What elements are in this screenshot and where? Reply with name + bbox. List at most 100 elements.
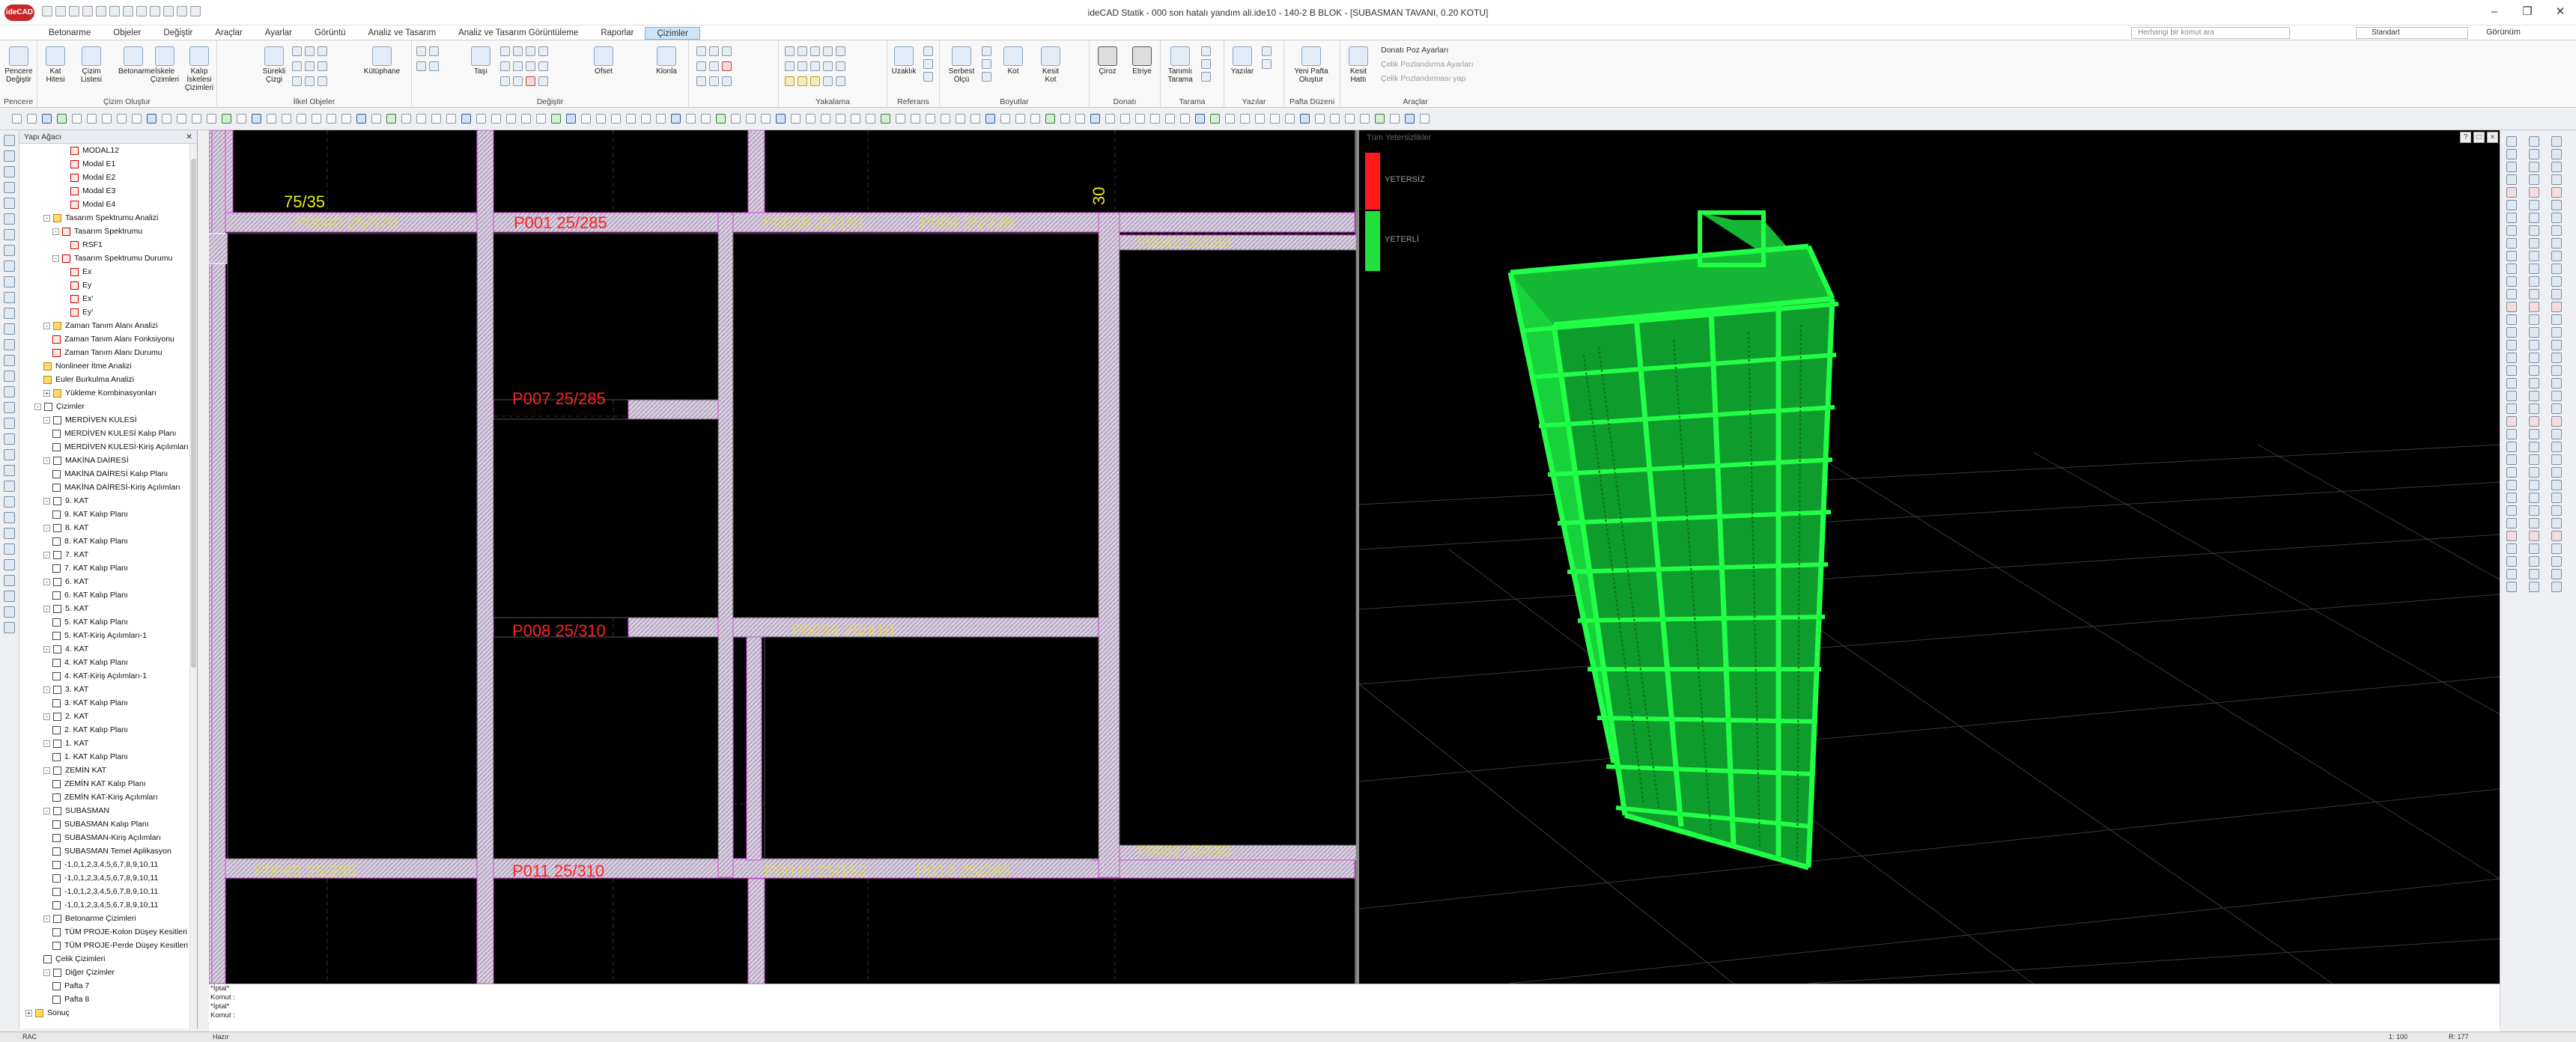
tree-item[interactable]: Modal E1: [70, 157, 115, 171]
toolbar-tool-icon[interactable]: [1315, 114, 1325, 124]
status-scale[interactable]: 1: 100: [2389, 1032, 2408, 1042]
beam-label[interactable]: P001 25/285: [514, 213, 607, 232]
toolbar-tool-icon[interactable]: [87, 114, 97, 124]
redo-icon[interactable]: [109, 6, 120, 16]
expand-icon[interactable]: +: [43, 389, 50, 397]
undo-icon[interactable]: [96, 6, 106, 16]
toolbar-tool-icon[interactable]: [851, 114, 860, 124]
3d-viewport[interactable]: Tüm Yetersizlikler ? □ ×: [1358, 130, 2500, 984]
match-icon[interactable]: [696, 61, 706, 71]
toolbar-tool-icon[interactable]: [162, 114, 171, 124]
toolbar-tool-icon[interactable]: [611, 114, 621, 124]
text-style-icon[interactable]: [1262, 59, 1272, 69]
toolbar-tool-icon[interactable]: [57, 114, 67, 124]
view-tool-icon[interactable]: [2551, 149, 2562, 159]
side-tool-icon[interactable]: [4, 245, 15, 256]
toolbar-tool-icon[interactable]: [27, 114, 37, 124]
toolbar-tool-icon[interactable]: [1345, 114, 1355, 124]
toolbar-tool-icon[interactable]: [1180, 114, 1190, 124]
open-file-icon[interactable]: [55, 6, 66, 16]
tree-item[interactable]: Çelik Çizimleri: [43, 952, 106, 966]
toolbar-tool-icon[interactable]: [102, 114, 112, 124]
text-edit-icon[interactable]: [1262, 46, 1272, 56]
view-tool-icon[interactable]: [2551, 480, 2562, 490]
view-tool-icon[interactable]: [2551, 429, 2562, 439]
view-tool-icon[interactable]: [2506, 416, 2517, 427]
toolbar-tool-icon[interactable]: [1285, 114, 1295, 124]
menu-0[interactable]: Betonarme: [37, 27, 102, 40]
collapse-icon[interactable]: -: [52, 228, 59, 235]
toolbar-tool-icon[interactable]: [596, 114, 606, 124]
toolbar-tool-icon[interactable]: [776, 114, 786, 124]
tree-item[interactable]: Ey: [70, 278, 91, 292]
pencil-icon[interactable]: [429, 46, 439, 56]
toolbar-tool-icon[interactable]: [821, 114, 830, 124]
tree-item[interactable]: ZEMİN KAT Kalıp Planı: [52, 777, 146, 790]
collapse-icon[interactable]: -: [43, 807, 50, 814]
toolbar-tool-icon[interactable]: [1300, 114, 1310, 124]
tree-item[interactable]: -1,0,1,2,3,4,5,6,7,8,9,10,11: [52, 858, 158, 871]
snap-app-icon[interactable]: [798, 76, 807, 86]
measure-icon[interactable]: [722, 76, 732, 86]
menu-4[interactable]: Ayarlar: [254, 27, 303, 40]
plan-drawing[interactable]: P001 25/285 P007 25/285 P008 25/310 P011…: [207, 130, 1357, 984]
view-tool-icon[interactable]: [2529, 429, 2539, 439]
view-tool-icon[interactable]: [2551, 378, 2562, 389]
side-tool-icon[interactable]: [4, 182, 15, 193]
tree-item[interactable]: - Tasarım Spektrumu Durumu: [52, 252, 172, 265]
tree-item[interactable]: SUBASMAN Temel Aplikasyon: [52, 844, 171, 858]
tree-item[interactable]: MERDİVEN KULESİ-Kiriş Açılımları: [52, 440, 189, 454]
toolbar-tool-icon[interactable]: [1165, 114, 1175, 124]
view-tool-icon[interactable]: [2506, 276, 2517, 287]
view-tool-icon[interactable]: [2506, 174, 2517, 185]
toolbar-tool-icon[interactable]: [207, 114, 216, 124]
view-tool-icon[interactable]: [2506, 340, 2517, 350]
pen-icon[interactable]: [163, 6, 174, 16]
toolbar-tool-icon[interactable]: [386, 114, 396, 124]
tree-item[interactable]: Pafta 8: [52, 993, 89, 1006]
tree-item[interactable]: Pafta 7: [52, 979, 89, 993]
beam-label[interactable]: P012 25/285: [917, 862, 1010, 880]
toolbar-tool-icon[interactable]: [866, 114, 875, 124]
tree-item[interactable]: - 1. KAT: [43, 737, 88, 750]
view-tool-icon[interactable]: [2529, 442, 2539, 452]
view-tool-icon[interactable]: [2529, 263, 2539, 274]
kesit-kot-button[interactable]: Kesit Kot: [1036, 46, 1066, 84]
view-tool-icon[interactable]: [2506, 149, 2517, 159]
tree-item[interactable]: 6. KAT Kalıp Planı: [52, 588, 128, 602]
toolbar-tool-icon[interactable]: [746, 114, 756, 124]
side-tool-icon[interactable]: [4, 591, 15, 602]
view-tool-icon[interactable]: [2506, 480, 2517, 490]
new-file-icon[interactable]: [42, 6, 52, 16]
tree-item[interactable]: + Sonuç: [25, 1006, 70, 1020]
toolbar-tool-icon[interactable]: [476, 114, 486, 124]
snap-tan-icon[interactable]: [836, 61, 845, 71]
view-tool-icon[interactable]: [2551, 276, 2562, 287]
ellipse-icon[interactable]: [292, 61, 302, 71]
toolbar-tool-icon[interactable]: [72, 114, 82, 124]
tree-scrollbar[interactable]: [189, 144, 197, 1029]
collapse-icon[interactable]: -: [43, 578, 50, 585]
side-tool-icon[interactable]: [4, 465, 15, 476]
zoom-icon[interactable]: [123, 6, 133, 16]
toolbar-tool-icon[interactable]: [970, 114, 980, 124]
toolbar-tool-icon[interactable]: [581, 114, 591, 124]
side-tool-icon[interactable]: [4, 323, 15, 335]
toolbar-tool-icon[interactable]: [297, 114, 306, 124]
toolbar-tool-icon[interactable]: [1240, 114, 1250, 124]
arc-icon[interactable]: [318, 46, 327, 56]
view-tool-icon[interactable]: [2506, 213, 2517, 223]
toolbar-tool-icon[interactable]: [117, 114, 127, 124]
view-tool-icon[interactable]: [2551, 200, 2562, 210]
view-tool-icon[interactable]: [2506, 403, 2517, 414]
view-tool-icon[interactable]: [2506, 442, 2517, 452]
close-icon[interactable]: ✕: [186, 130, 192, 144]
tree-item[interactable]: Modal E4: [70, 198, 115, 211]
view-tool-icon[interactable]: [2506, 251, 2517, 261]
toolbar-tool-icon[interactable]: [341, 114, 351, 124]
menu-8[interactable]: Raporlar: [589, 27, 645, 40]
collapse-icon[interactable]: -: [43, 322, 50, 329]
menu-5[interactable]: Görüntü: [303, 27, 357, 40]
tree-item[interactable]: 3. KAT Kalıp Planı: [52, 696, 128, 710]
toolbar-tool-icon[interactable]: [1015, 114, 1025, 124]
